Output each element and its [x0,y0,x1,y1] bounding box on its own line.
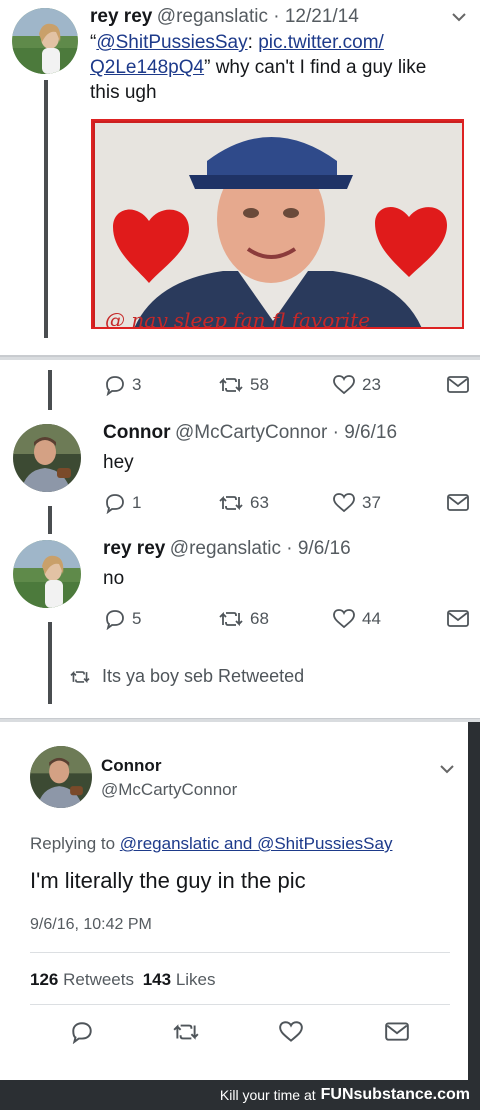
footer-tagline: Kill your time at [219,1087,316,1103]
dm-action[interactable] [446,374,470,394]
tweet-text-line3: this ugh [90,82,157,103]
reply-icon[interactable] [70,1020,94,1044]
retweet-icon[interactable] [172,1020,200,1044]
heart-icon[interactable] [278,1020,304,1044]
original-tweet-panel: rey rey @reganslatic · 12/21/14 “@ShitPu… [0,0,480,356]
replying-to-prefix: Replying to [30,834,116,853]
like-count: 23 [362,375,381,394]
avatar-photo [30,746,92,808]
thread-line [44,80,48,338]
tweet-text-rest: ” why can't I find a guy like [204,57,427,78]
engagement-stats: 126 Retweets 143 Likes [30,970,216,990]
replying-to-link[interactable]: @reganslatic and @ShitPussiesSay [120,834,393,853]
likes-label: Likes [175,970,216,989]
watermark-footer: Kill your time at FUNsubstance.com [0,1080,480,1110]
tweet-actions: 5 68 44 [0,608,480,638]
envelope-icon[interactable] [384,1020,410,1042]
avatar-photo [13,540,81,608]
envelope-icon [447,376,469,393]
photo-image: @ nay sleep fan fl favorite [93,121,462,329]
retweet-action[interactable]: 58 [218,374,269,396]
reply-action[interactable]: 1 [104,492,141,514]
author-handle-date[interactable]: @McCartyConnor · 9/6/16 [175,422,397,443]
chevron-down-icon[interactable] [440,764,454,774]
like-count: 37 [362,493,381,512]
envelope-icon [447,494,469,511]
dm-action[interactable] [446,492,470,512]
tweet-text: “@ShitPussiesSay: pic.twitter.com/ Q2Le1… [90,30,470,105]
reply-count: 5 [132,609,142,628]
envelope-icon [447,610,469,627]
tweet-actions: 3 58 23 [0,374,480,404]
footer-brand[interactable]: FUNsubstance.com [321,1086,470,1104]
retweet-icon [70,670,90,683]
author-handle-date[interactable]: @reganslatic · 9/6/16 [170,538,351,559]
thread-panel: 3 58 23 Connor @McCartyConnor · 9/6/16 h… [0,360,480,718]
tweet-text: I'm literally the guy in the pic [30,868,306,893]
tweet-text: hey [103,452,134,473]
separator [30,952,450,953]
chevron-down-icon[interactable] [452,12,466,22]
avatar-mccartyconnor[interactable] [30,746,92,808]
retweet-action[interactable]: 68 [218,608,269,630]
detail-tweet-panel: Connor @McCartyConnor Replying to @regan… [0,722,480,1080]
avatar-photo [12,8,78,74]
detail-actions [0,1020,468,1050]
reply-action[interactable]: 3 [104,374,141,396]
avatar-mccartyconnor[interactable] [13,424,81,492]
pic-link-b[interactable]: Q2Le148pQ4 [90,57,204,78]
heart-icon [333,609,355,629]
avatar-reganslatic[interactable] [13,540,81,608]
attached-photo[interactable]: @ nay sleep fan fl favorite [91,119,464,329]
reply-action[interactable]: 5 [104,608,141,630]
heart-icon [333,493,355,513]
retweet-icon [219,495,243,511]
tweet-text: no [103,568,125,589]
retweet-count: 68 [250,609,269,628]
retweet-icon [219,611,243,627]
avatar-reganslatic[interactable] [12,8,78,74]
separator [30,1004,450,1005]
author-handle[interactable]: @McCartyConnor [101,780,237,800]
retweet-icon [219,377,243,393]
reply-count: 3 [132,375,142,394]
like-action[interactable]: 23 [332,374,381,396]
retweet-count: 58 [250,375,269,394]
author-name[interactable]: Connor [103,422,171,443]
heart-icon [333,375,355,395]
reply-icon [106,610,124,630]
avatar-photo [13,424,81,492]
like-count: 44 [362,609,381,628]
replying-to: Replying to @reganslatic and @ShitPussie… [30,834,392,854]
retweets-count[interactable]: 126 [30,970,58,989]
author-handle-date[interactable]: @reganslatic · 12/21/14 [157,6,359,27]
retweeted-by-label: Its ya boy seb Retweeted [102,666,305,686]
retweets-label: Retweets [63,970,134,989]
reply-count: 1 [132,493,142,512]
reply-icon [106,376,124,396]
dm-action[interactable] [446,608,470,628]
retweeted-by-row[interactable]: Its ya boy seb Retweeted [68,666,304,687]
svg-text:@ nay sleep fan fl favorite: @ nay sleep fan fl favorite [105,308,370,329]
tweet-actions: 1 63 37 [0,492,480,522]
author-name[interactable]: rey rey [90,6,152,27]
reply-icon [106,494,124,514]
author-name[interactable]: Connor [101,756,161,776]
tweet-timestamp[interactable]: 9/6/16, 10:42 PM [30,916,152,934]
pic-link-a[interactable]: pic.twitter.com/ [258,32,384,53]
mention-link[interactable]: @ShitPussiesSay [96,32,247,53]
author-name[interactable]: rey rey [103,538,165,559]
like-action[interactable]: 44 [332,608,381,630]
likes-count[interactable]: 143 [143,970,171,989]
colon: : [247,32,253,53]
like-action[interactable]: 37 [332,492,381,514]
retweet-action[interactable]: 63 [218,492,269,514]
retweet-count: 63 [250,493,269,512]
